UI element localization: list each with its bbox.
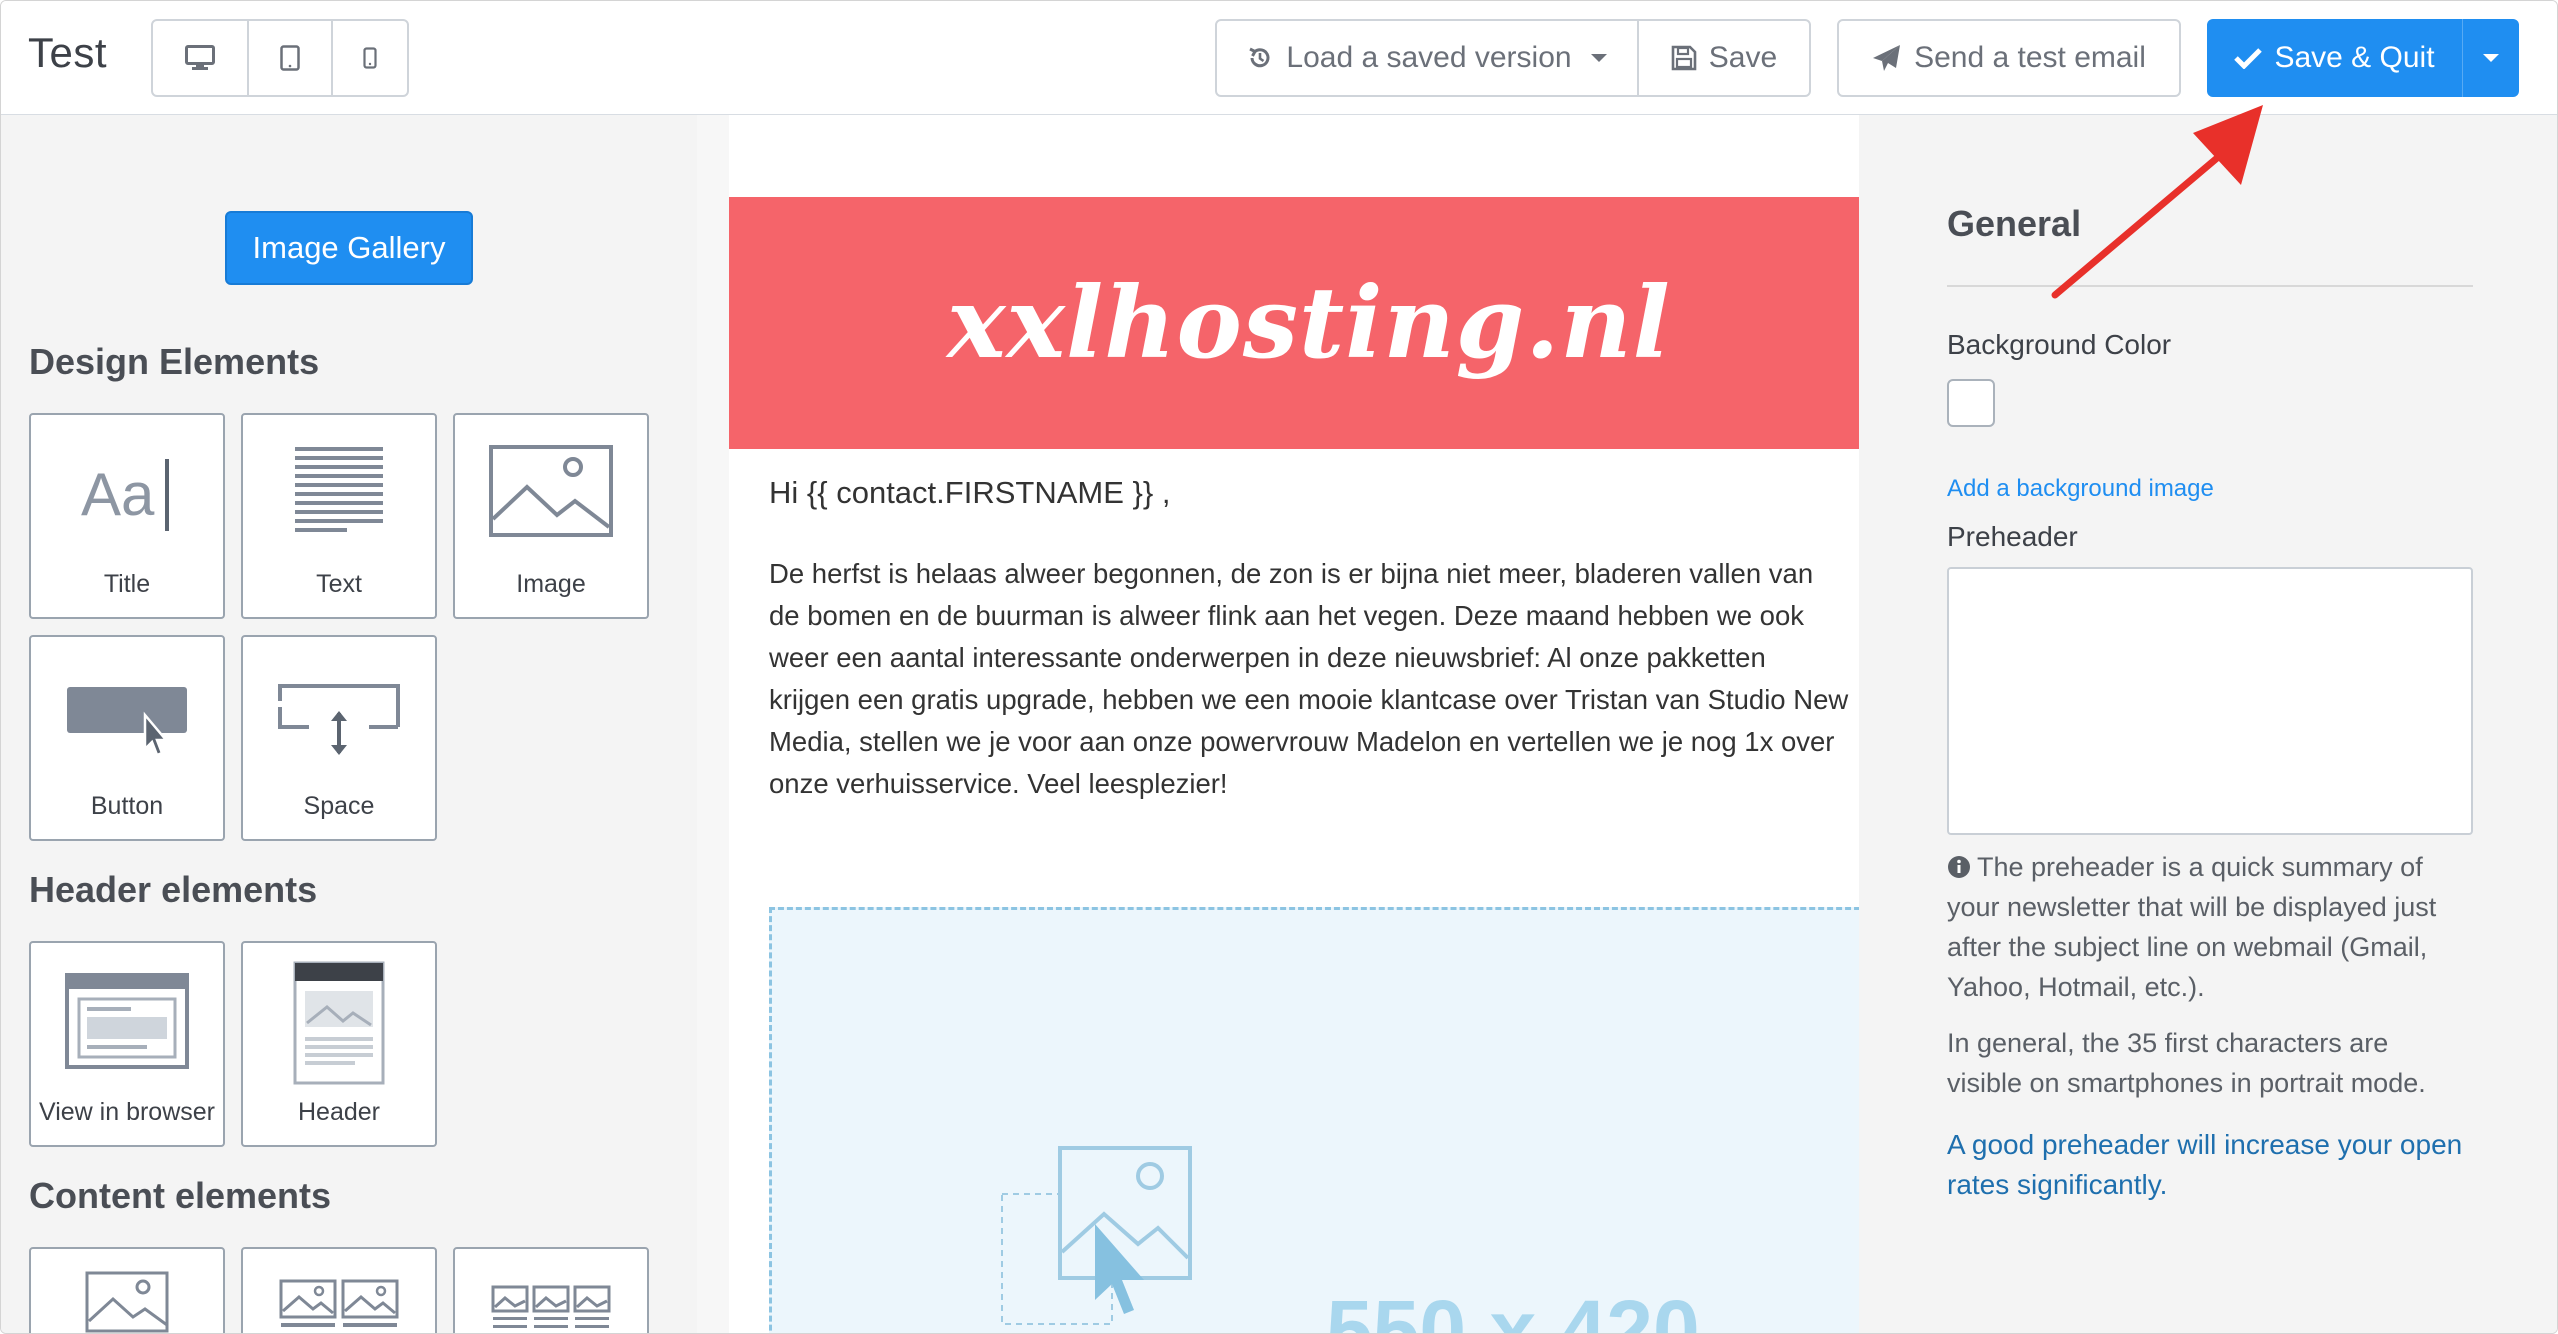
tile-label: View in browser <box>38 1098 215 1126</box>
email-paragraph: De herfst is helaas alweer begonnen, de … <box>769 553 1859 805</box>
load-saved-version-button[interactable]: Load a saved version <box>1215 19 1639 97</box>
page-title: Test <box>28 29 108 76</box>
image-placeholder-dropzone[interactable]: 550 x 420 <box>769 907 1869 1334</box>
tablet-preview-button[interactable] <box>249 21 333 95</box>
email-paragraph-line: krijgen een gratis upgrade, hebben we ee… <box>769 684 1849 715</box>
top-toolbar: Test Load a saved version Save Send a te… <box>1 1 2557 115</box>
save-label: Save <box>1708 41 1778 74</box>
header-elements-heading: Header elements <box>29 869 318 910</box>
tile-label: Image <box>516 570 586 598</box>
browser-icon <box>65 973 189 1069</box>
image-gallery-button[interactable]: Image Gallery <box>225 211 473 285</box>
header-tile-view-in-browser[interactable]: View in browser <box>29 941 225 1147</box>
mobile-preview-button[interactable] <box>333 21 407 95</box>
caret-down-icon <box>2483 54 2499 62</box>
preheader-info-line: Yahoo, Hotmail, etc.). <box>1947 972 2205 1002</box>
design-elements-heading: Design Elements <box>29 341 320 382</box>
background-color-swatch[interactable] <box>1947 379 1995 427</box>
info-line-text: The preheader is a quick summary of <box>1977 852 2423 882</box>
header-tile-header[interactable]: Header <box>241 941 437 1147</box>
general-line: In general, the 35 first characters are <box>1947 1028 2389 1058</box>
save-options-dropdown[interactable] <box>2462 19 2519 97</box>
email-paragraph-line: De herfst is helaas alweer begonnen, de … <box>769 558 1814 589</box>
preheader-info-line: after the subject line on webmail (Gmail… <box>1947 932 2428 962</box>
text-icon <box>295 447 383 532</box>
paper-plane-icon <box>1873 45 1901 71</box>
two-images-icon <box>279 1279 399 1327</box>
tablet-icon <box>280 45 300 71</box>
email-header-banner[interactable]: xxlhosting.nl <box>729 197 1859 449</box>
tile-label: Header <box>298 1098 380 1126</box>
email-greeting: Hi {{ contact.FIRSTNAME }} , <box>769 475 1171 510</box>
email-paragraph-line: weer een aantal interessante onderwerpen… <box>769 642 1766 673</box>
design-tile-image[interactable]: Image <box>453 413 649 619</box>
design-tile-button[interactable]: Button <box>29 635 225 841</box>
design-tile-text[interactable]: Text <box>241 413 437 619</box>
send-test-email-label: Send a test email <box>1914 41 2146 74</box>
design-tile-title[interactable]: Aa Title <box>29 413 225 619</box>
image-icon <box>489 445 613 537</box>
settings-panel: General Background Color Add a backgroun… <box>1859 115 2557 1333</box>
preheader-general-text: In general, the 35 first characters are … <box>1947 1023 2487 1103</box>
preheader-input[interactable] <box>1947 567 2473 835</box>
content-tile-two-images[interactable] <box>241 1247 437 1333</box>
space-icon <box>278 684 400 755</box>
preheader-label: Preheader <box>1947 521 2078 552</box>
image-size-label: 550 x 420 <box>1326 1283 1700 1334</box>
email-text-block[interactable]: Hi {{ contact.FIRSTNAME }} , De herfst i… <box>769 475 1859 805</box>
tile-label: Button <box>90 792 164 820</box>
svg-text:Aa: Aa <box>81 461 155 528</box>
button-icon <box>67 687 187 757</box>
tip-line: rates significantly. <box>1947 1169 2168 1200</box>
save-and-quit-label: Save & Quit <box>2274 41 2435 74</box>
mobile-icon <box>363 47 377 69</box>
desktop-icon <box>185 45 215 70</box>
tile-label: Title <box>103 570 151 598</box>
general-heading: General <box>1947 203 2082 244</box>
checkmark-icon <box>2234 48 2263 69</box>
email-paragraph-line: Media, stellen we je voor aan onze power… <box>769 726 1835 757</box>
header-icon <box>293 961 385 1085</box>
banner-logo-text: xxlhosting.nl <box>947 265 1671 381</box>
three-images-icon <box>491 1285 611 1328</box>
content-tile-three-images[interactable] <box>453 1247 649 1333</box>
tile-label: Space <box>303 792 375 820</box>
app-window: Test Load a saved version Save Send a te… <box>0 0 2558 1334</box>
info-icon <box>1948 856 1970 878</box>
load-saved-version-label: Load a saved version <box>1286 41 1572 74</box>
add-background-image-link[interactable]: Add a background image <box>1947 475 2214 503</box>
background-color-label: Background Color <box>1947 329 2172 360</box>
email-paragraph-line: onze verhuisservice. Veel leesplezier! <box>769 768 1228 799</box>
design-tile-space[interactable]: Space <box>241 635 437 841</box>
preheader-info-line: The preheader is a quick summary of <box>1947 847 2487 887</box>
device-preview-group <box>151 19 409 97</box>
send-test-email-button[interactable]: Send a test email <box>1837 19 2181 97</box>
history-icon <box>1249 47 1270 68</box>
single-image-icon <box>85 1271 169 1333</box>
floppy-icon <box>1671 45 1697 71</box>
content-elements-heading: Content elements <box>29 1175 332 1216</box>
title-icon: Aa <box>81 459 169 531</box>
general-line: visible on smartphones in portrait mode. <box>1947 1068 2426 1098</box>
preheader-info-line: your newsletter that will be displayed j… <box>1947 892 2437 922</box>
chevron-down-icon <box>1590 54 1607 62</box>
elements-sidebar: Image Gallery Design Elements Aa Title T… <box>1 115 697 1333</box>
divider <box>1947 285 2473 287</box>
save-and-quit-main[interactable]: Save & Quit <box>2207 19 2462 97</box>
tile-label: Text <box>316 570 362 598</box>
desktop-preview-button[interactable] <box>153 21 249 95</box>
save-and-quit-button[interactable]: Save & Quit <box>2207 19 2519 97</box>
preheader-tip-text: A good preheader will increase your open… <box>1947 1125 2487 1205</box>
content-tile-single-image[interactable] <box>29 1247 225 1333</box>
image-upload-icon <box>1001 1146 1192 1325</box>
email-canvas: xxlhosting.nl Hi {{ contact.FIRSTNAME }}… <box>697 115 1869 1333</box>
email-paragraph-line: de bomen en de buurman is alweer flink a… <box>769 600 1804 631</box>
preheader-info-text: The preheader is a quick summary of your… <box>1947 847 2487 1007</box>
save-button[interactable]: Save <box>1637 19 1811 97</box>
tip-line: A good preheader will increase your open <box>1947 1129 2463 1160</box>
